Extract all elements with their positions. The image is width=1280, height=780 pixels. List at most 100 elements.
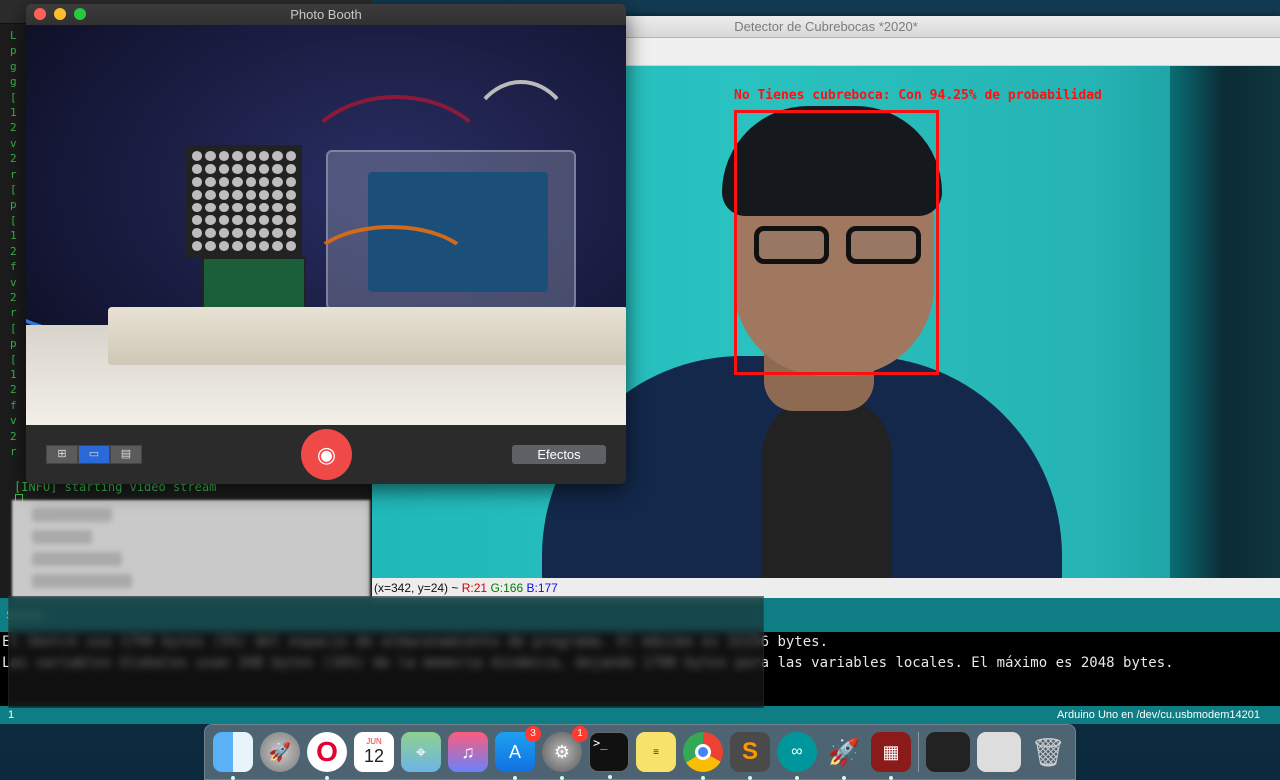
led-dot: [272, 176, 283, 187]
led-dot: [272, 163, 283, 174]
led-dot: [285, 163, 296, 174]
led-dot: [258, 189, 270, 200]
board-port: Arduino Uno en /dev/cu.usbmodem14201: [1056, 709, 1260, 721]
led-dot: [192, 176, 203, 187]
led-dot: [205, 215, 216, 226]
dock-separator: [918, 732, 919, 772]
orange-wire: [306, 225, 476, 315]
status-b: B:177: [526, 581, 558, 595]
led-dot: [272, 202, 283, 213]
camera-icon: ◉: [316, 442, 337, 467]
led-dot: [245, 241, 256, 251]
breadboard: [108, 307, 626, 365]
led-dot: [218, 202, 230, 213]
terminal-icon[interactable]: >_: [589, 732, 629, 779]
zoom-button[interactable]: [74, 8, 86, 20]
desktop: L p g g [ 1 2 v 2 r [ p [ 1 2 f v 2 r [ …: [0, 0, 1280, 780]
calendar-icon[interactable]: JUN 12: [354, 732, 394, 772]
led-dot: [285, 202, 296, 213]
opera-icon[interactable]: O: [307, 732, 347, 780]
finder-icon[interactable]: [213, 732, 253, 780]
led-dot: [232, 228, 243, 239]
led-dot: [245, 189, 256, 200]
calendar-day: 12: [363, 746, 385, 766]
led-dot: [232, 151, 243, 161]
music-icon[interactable]: ♫: [448, 732, 488, 772]
status-coords: (x=342, y=24) ~: [374, 581, 462, 595]
led-dot: [218, 189, 230, 200]
minimized-window-2-icon[interactable]: [977, 732, 1021, 772]
led-dot: [285, 241, 296, 251]
filmstrip-view-icon[interactable]: ▤: [110, 445, 142, 464]
effects-button[interactable]: Efectos: [512, 445, 606, 464]
led-dot: [192, 202, 203, 213]
led-dot: [205, 176, 216, 187]
led-dot: [245, 215, 256, 226]
single-view-icon[interactable]: ▭: [78, 445, 110, 464]
blurred-overlay-window: [8, 596, 764, 708]
led-dot: [205, 189, 216, 200]
led-dot: [245, 163, 256, 174]
led-dot: [218, 228, 230, 239]
chrome-icon[interactable]: [683, 732, 723, 780]
sublime-icon[interactable]: S: [730, 732, 770, 780]
launchpad-icon[interactable]: 🚀: [260, 732, 300, 772]
minimize-button[interactable]: [54, 8, 66, 20]
led-dot: [205, 202, 216, 213]
system-preferences-icon[interactable]: ⚙ 1: [542, 726, 588, 780]
video-curtain: [1170, 66, 1280, 578]
grid-view-icon[interactable]: ⊞: [46, 445, 78, 464]
blurred-panel: [12, 500, 370, 598]
led-dot: [272, 241, 283, 251]
led-dot: [285, 176, 296, 187]
led-dot: [258, 241, 270, 251]
led-dot: [232, 163, 243, 174]
led-dot: [245, 176, 256, 187]
led-dot: [192, 228, 203, 239]
led-dot: [192, 189, 203, 200]
minimized-window-1-icon[interactable]: [926, 732, 970, 772]
trash-icon[interactable]: 🗑: [1028, 732, 1068, 772]
app-store-badge: 3: [525, 726, 541, 742]
photo-booth-titlebar: Photo Booth: [26, 4, 626, 25]
led-dot: [272, 151, 283, 161]
calendar-month: JUN: [366, 737, 382, 746]
led-dot: [192, 241, 203, 251]
pixel-status-bar: (x=342, y=24) ~ R:21 G:166 B:177: [372, 578, 1280, 598]
dock: 🚀 O JUN 12 ⌖ ♫ A3 ⚙ 1 >_ ≡ S ∞ 🚀 ▦ 🗑: [204, 724, 1076, 780]
led-dot: [258, 163, 270, 174]
stickies-icon[interactable]: ≡: [636, 732, 676, 772]
preferences-badge: 1: [572, 726, 588, 742]
led-dot: [192, 215, 203, 226]
led-dot: [258, 228, 270, 239]
rocket-icon[interactable]: 🚀: [824, 732, 864, 780]
face-detection-box: [734, 110, 939, 375]
arduino-icon[interactable]: ∞: [777, 732, 817, 780]
led-dot: [205, 163, 216, 174]
close-button[interactable]: [34, 8, 46, 20]
led-dot: [285, 228, 296, 239]
led-dot: [218, 176, 230, 187]
led-dot: [218, 241, 230, 251]
led-dot: [272, 189, 283, 200]
led-dot: [218, 151, 230, 161]
photo-booth-title: Photo Booth: [290, 7, 362, 22]
led-dot: [272, 215, 283, 226]
led-dot: [245, 151, 256, 161]
app-store-icon[interactable]: A3: [495, 726, 541, 780]
maps-icon[interactable]: ⌖: [401, 732, 441, 772]
photo-booth-window: Photo Booth ⊞ ▭ ▤ ◉ Efectos: [26, 4, 626, 484]
take-photo-button[interactable]: ◉: [301, 429, 352, 480]
led-dot: [218, 163, 230, 174]
person-shirt: [762, 396, 892, 578]
status-g: G:166: [490, 581, 524, 595]
detection-label: No Tienes cubreboca: Con 94.25% de proba…: [734, 88, 1102, 103]
led-dot: [205, 228, 216, 239]
led-matrix: [186, 145, 302, 257]
led-dot: [285, 189, 296, 200]
console-status-line: 1 Arduino Uno en /dev/cu.usbmodem14201: [0, 706, 1280, 724]
led-dot: [245, 228, 256, 239]
led-dot: [232, 215, 243, 226]
photo-booth-icon[interactable]: ▦: [871, 732, 911, 780]
led-dot: [192, 151, 203, 161]
